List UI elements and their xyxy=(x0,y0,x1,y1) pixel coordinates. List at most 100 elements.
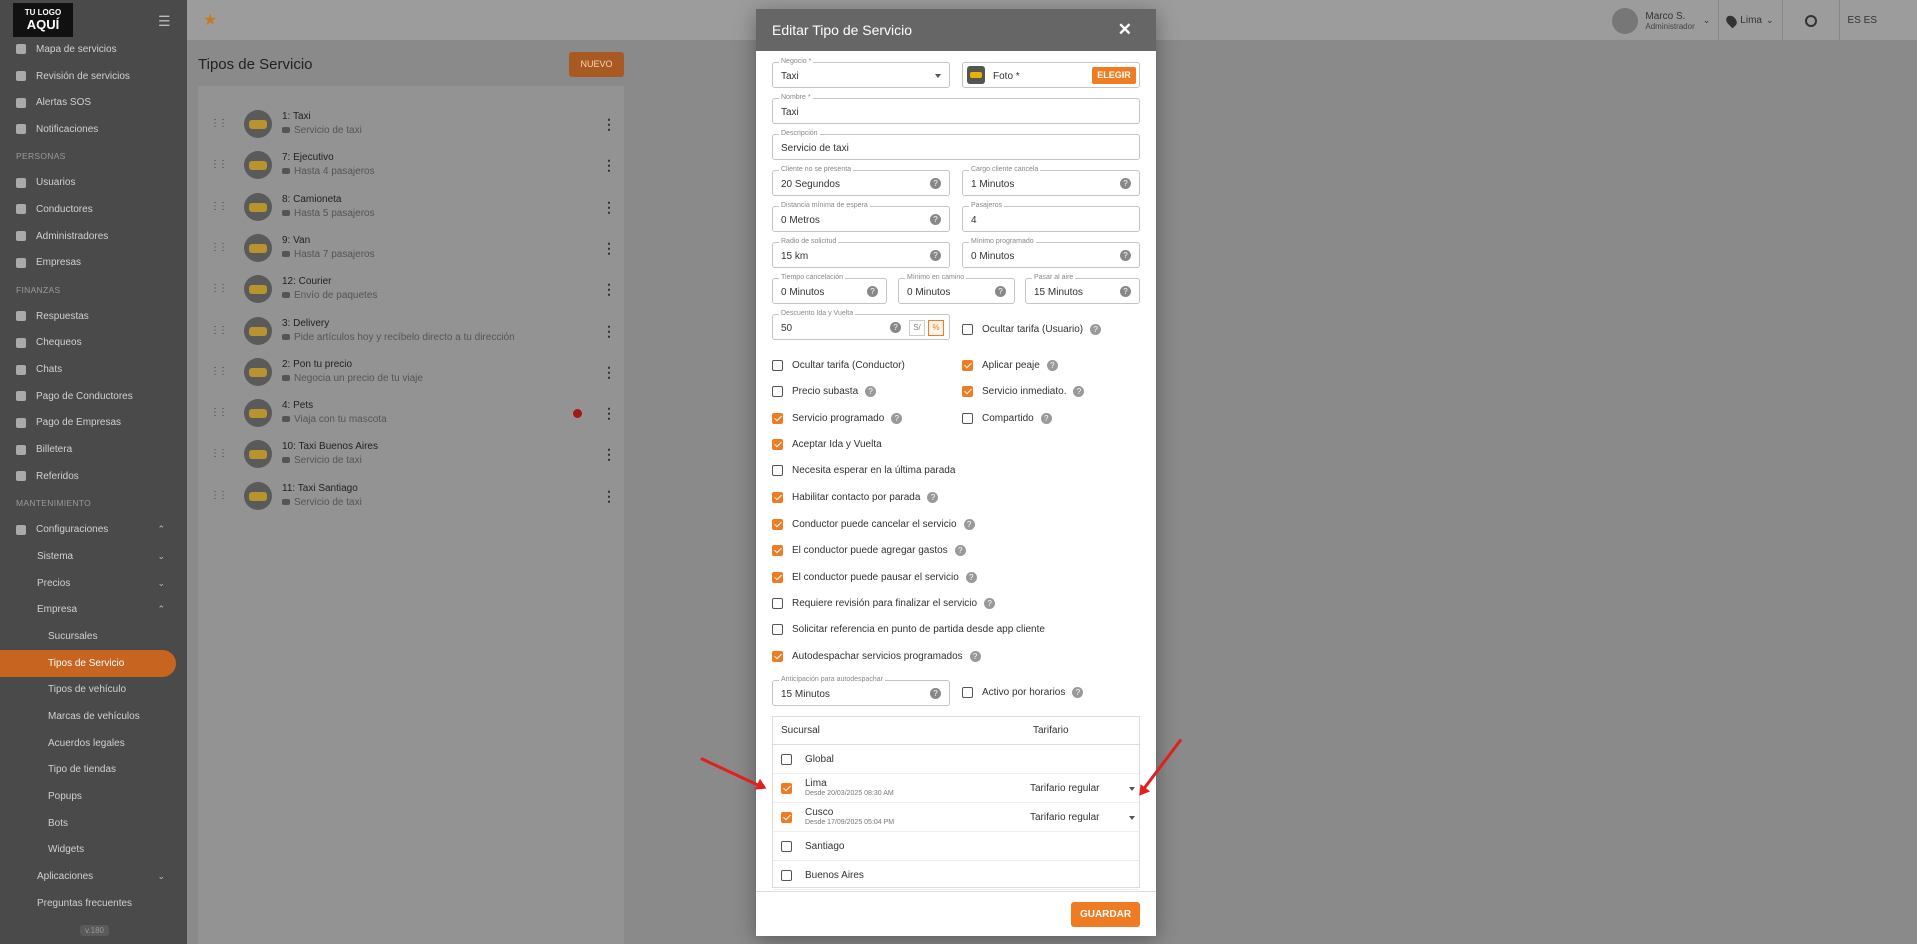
checkbox-unchecked[interactable] xyxy=(772,359,783,371)
help-icon[interactable]: ? xyxy=(1090,323,1102,335)
list-item[interactable]: ⋮⋮ 8: Camioneta Hasta 5 pasajeros ⋮ xyxy=(198,187,624,228)
list-item[interactable]: ⋮⋮ 10: Taxi Buenos Aires Servicio de taxi ⋮ xyxy=(198,434,624,475)
checkbox-unchecked[interactable] xyxy=(772,385,783,397)
checkbox-option[interactable]: El conductor puede agregar gastos? xyxy=(772,542,966,558)
checkbox-option[interactable]: Servicio inmediato.? xyxy=(962,383,1085,399)
help-icon[interactable]: ? xyxy=(930,688,941,699)
checkbox-option[interactable]: El conductor puede pausar el servicio? xyxy=(772,569,977,585)
checkbox-option[interactable]: Aplicar peaje? xyxy=(962,357,1058,373)
help-icon[interactable]: ? xyxy=(890,322,901,333)
sidebar-item[interactable]: Notificaciones xyxy=(0,116,187,143)
sidebar-item[interactable]: Tipos de Servicio xyxy=(0,649,176,677)
sidebar-item[interactable]: Chequeos xyxy=(0,330,187,357)
help-icon[interactable]: ? xyxy=(891,412,903,424)
more-options-icon[interactable]: ⋮ xyxy=(602,488,616,505)
more-options-icon[interactable]: ⋮ xyxy=(602,116,616,133)
sidebar-item[interactable]: Acuerdos legales xyxy=(0,730,187,757)
checkbox-option[interactable]: Ocultar tarifa (Conductor) xyxy=(772,357,905,373)
more-options-icon[interactable]: ⋮ xyxy=(602,199,616,216)
language-selector[interactable]: ES ES xyxy=(1848,15,1877,26)
checkbox-unchecked[interactable] xyxy=(781,870,792,881)
sidebar-item[interactable]: Empresas xyxy=(0,250,187,277)
help-icon[interactable]: ? xyxy=(930,250,941,261)
location-selector[interactable]: Lima ⌄ xyxy=(1724,13,1774,28)
checkbox-option[interactable]: Activo por horarios? xyxy=(962,684,1084,700)
sidebar-item[interactable]: Tipos de vehículo xyxy=(0,677,187,704)
help-icon[interactable]: ? xyxy=(930,214,941,225)
sidebar-item[interactable]: Referidos xyxy=(0,463,187,490)
min-scheduled-field[interactable]: Mínimo programado 0 Minutos ? xyxy=(962,237,1140,268)
tariff-select[interactable]: Tarifario regular xyxy=(1030,783,1099,794)
drag-handle-icon[interactable]: ⋮⋮ xyxy=(210,201,228,212)
more-options-icon[interactable]: ⋮ xyxy=(602,405,616,422)
sidebar-item[interactable]: Alertas SOS xyxy=(0,89,187,116)
help-icon[interactable]: ? xyxy=(954,544,966,556)
more-options-icon[interactable]: ⋮ xyxy=(602,446,616,463)
sidebar-item[interactable]: Preguntas frecuentes xyxy=(0,890,187,917)
more-options-icon[interactable]: ⋮ xyxy=(602,281,616,298)
list-item[interactable]: ⋮⋮ 2: Pon tu precio Negocia un precio de t… xyxy=(198,352,624,393)
checkbox-checked[interactable] xyxy=(772,412,783,424)
help-icon[interactable]: ? xyxy=(1040,412,1052,424)
name-field[interactable]: Nombre * Taxi xyxy=(772,93,1140,124)
help-icon[interactable]: ? xyxy=(963,518,975,530)
tariff-select[interactable]: Tarifario regular xyxy=(1030,812,1099,823)
list-item[interactable]: ⋮⋮ 11: Taxi Santiago Servicio de taxi ⋮ xyxy=(198,476,624,517)
min-wait-distance-field[interactable]: Distancia mínima de espera 0 Metros ? xyxy=(772,201,950,232)
percent-unit-toggle[interactable]: % xyxy=(928,320,944,336)
sidebar-item[interactable]: Sistema ⌄ xyxy=(0,543,187,570)
checkbox-option[interactable]: Precio subasta? xyxy=(772,383,877,399)
search-icon[interactable] xyxy=(1804,14,1817,27)
more-options-icon[interactable]: ⋮ xyxy=(602,323,616,340)
sidebar-item[interactable]: Revisión de servicios xyxy=(0,63,187,90)
logo[interactable]: TU LOGO AQUÍ xyxy=(13,3,73,37)
checkbox-checked[interactable] xyxy=(772,491,783,503)
dropdown-arrow-icon[interactable] xyxy=(1129,816,1135,820)
checkbox-option[interactable]: Autodespachar servicios programados? xyxy=(772,648,981,664)
help-icon[interactable]: ? xyxy=(1072,686,1084,698)
checkbox-option[interactable]: Ocultar tarifa (Usuario)? xyxy=(962,321,1102,337)
sidebar-item[interactable]: Tipo de tiendas xyxy=(0,757,187,784)
checkbox-unchecked[interactable] xyxy=(772,623,783,635)
checkbox-unchecked[interactable] xyxy=(781,754,792,765)
help-icon[interactable]: ? xyxy=(867,286,878,297)
sidebar-item[interactable]: Chats xyxy=(0,356,187,383)
help-icon[interactable]: ? xyxy=(927,491,939,503)
help-icon[interactable]: ? xyxy=(1073,385,1085,397)
avatar[interactable] xyxy=(1612,7,1639,34)
checkbox-checked[interactable] xyxy=(772,571,783,583)
help-icon[interactable]: ? xyxy=(969,650,981,662)
help-icon[interactable]: ? xyxy=(1120,250,1131,261)
sidebar-item[interactable]: Aplicaciones ⌄ xyxy=(0,863,187,890)
drag-handle-icon[interactable]: ⋮⋮ xyxy=(210,283,228,294)
checkbox-unchecked[interactable] xyxy=(962,686,973,698)
round-trip-discount-field[interactable]: Descuento Ida y Vuelta 50 ? S/ % xyxy=(772,309,950,340)
checkbox-unchecked[interactable] xyxy=(962,323,973,335)
cancel-time-field[interactable]: Tiempo cancelación 0 Minutos ? xyxy=(772,273,887,304)
list-item[interactable]: ⋮⋮ 1: Taxi Servicio de taxi ⋮ xyxy=(198,104,624,145)
checkbox-option[interactable]: Habilitar contacto por parada? xyxy=(772,489,939,505)
help-icon[interactable]: ? xyxy=(930,178,941,189)
hamburger-menu-icon[interactable]: ☰ xyxy=(158,13,171,30)
more-options-icon[interactable]: ⋮ xyxy=(602,157,616,174)
help-icon[interactable]: ? xyxy=(984,597,996,609)
favorite-star-icon[interactable]: ★ xyxy=(203,10,217,30)
dispatch-advance-field[interactable]: Anticipación para autodespachar 15 Minut… xyxy=(772,675,950,706)
save-button[interactable]: GUARDAR xyxy=(1071,902,1140,927)
sidebar-item[interactable]: Administradores xyxy=(0,223,187,250)
checkbox-checked[interactable] xyxy=(781,783,792,794)
drag-handle-icon[interactable]: ⋮⋮ xyxy=(210,118,228,129)
help-icon[interactable]: ? xyxy=(995,286,1006,297)
list-item[interactable]: ⋮⋮ 4: Pets Viaja con tu mascota ⋮ xyxy=(198,393,624,434)
checkbox-option[interactable]: Necesita esperar en la última parada xyxy=(772,462,955,478)
sidebar-item[interactable]: Respuestas xyxy=(0,303,187,330)
sidebar-item[interactable]: Widgets xyxy=(0,837,187,864)
help-icon[interactable]: ? xyxy=(1120,178,1131,189)
checkbox-checked[interactable] xyxy=(781,812,792,823)
checkbox-checked[interactable] xyxy=(962,385,973,397)
sidebar-item[interactable]: Empresa ⌃ xyxy=(0,596,187,623)
drag-handle-icon[interactable]: ⋮⋮ xyxy=(210,448,228,459)
checkbox-checked[interactable] xyxy=(772,650,783,662)
checkbox-unchecked[interactable] xyxy=(962,412,973,424)
more-options-icon[interactable]: ⋮ xyxy=(602,240,616,257)
